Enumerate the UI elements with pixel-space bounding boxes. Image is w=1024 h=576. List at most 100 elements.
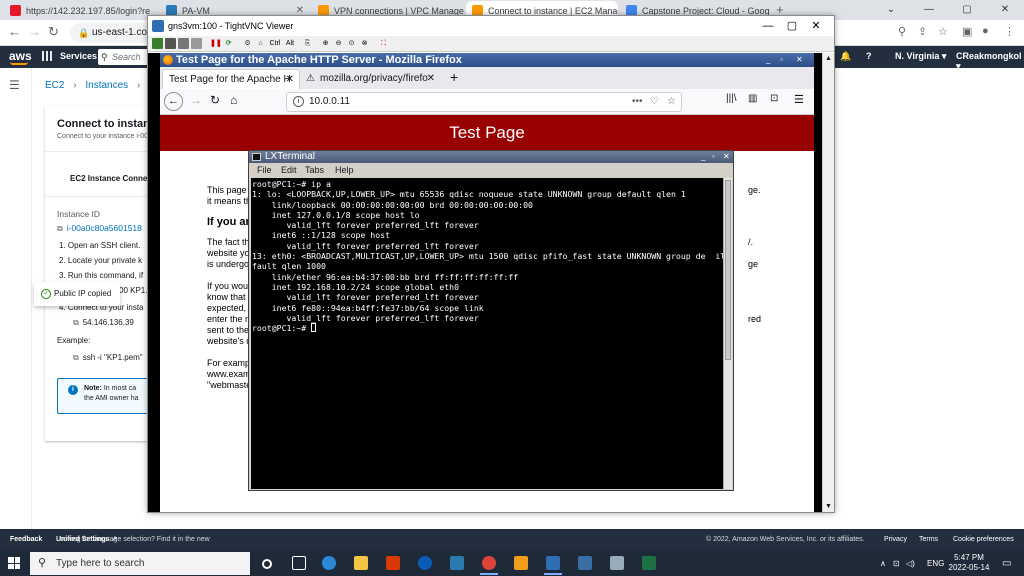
privacy-link[interactable]: Privacy [884,529,907,551]
firefox-menu-icon[interactable]: ☰ [794,93,804,106]
copy-icon[interactable]: ⧉ [73,318,79,327]
library-icon[interactable]: |||\ [726,93,737,104]
input-language[interactable]: ENG [927,551,944,576]
menu-tabs[interactable]: Tabs [305,163,324,178]
side-panel-icon[interactable]: ▣ [962,25,972,38]
reload-icon[interactable]: ↻ [210,93,220,107]
chrome-icon[interactable] [480,556,498,575]
system-clock[interactable]: 5:47 PM 2022-05-14 [946,553,992,573]
windows-start-icon[interactable] [8,557,20,569]
firefox-tab-test-page[interactable]: Test Page for the Apache H ✕ [162,69,300,89]
zoom-in-icon[interactable]: ⊕ [320,38,331,49]
zoom-100-icon[interactable]: ⊙ [346,38,357,49]
aws-logo[interactable]: aws [9,49,32,65]
synced-tabs-icon[interactable]: ⊡ [770,93,778,104]
bookmark-star-icon[interactable]: ☆ [938,25,948,38]
back-icon[interactable]: ← [8,24,21,39]
new-tab-icon[interactable]: + [450,69,458,85]
minimize-icon[interactable]: _ [766,53,770,67]
alt-key-button[interactable]: Alt [284,38,296,49]
refresh-icon[interactable]: ⟳ [223,38,234,49]
instance-id-value[interactable]: ⧉ i-00a0c80a5601518 [57,223,142,234]
firefox-tab-privacy[interactable]: ⚠ mozilla.org/privacy/firefo ✕ [302,69,440,89]
app-icon[interactable] [450,556,464,570]
forward-icon[interactable]: → [190,93,202,107]
zoom-out-icon[interactable]: ⊖ [333,38,344,49]
close-icon[interactable]: ✕ [286,70,294,89]
app-icon[interactable] [386,556,400,570]
menu-edit[interactable]: Edit [281,163,297,178]
file-explorer-icon[interactable] [354,556,368,570]
profile-icon[interactable]: ● [982,25,989,37]
zoom-fit-icon[interactable]: ⊗ [359,38,370,49]
chrome-tab-login[interactable]: https://142.232.197.85/login?redi ✕ [4,1,150,20]
share-icon[interactable]: ⇪ [918,25,927,38]
start-menu-icon[interactable]: ⌂ [255,38,266,49]
menu-help[interactable]: Help [335,163,354,178]
scrollbar-thumb[interactable] [725,180,731,360]
close-icon[interactable]: ✕ [723,151,730,163]
zoom-icon[interactable]: ⚲ [898,25,906,38]
putty-icon[interactable] [578,556,592,570]
back-icon[interactable]: ← [164,92,183,111]
ctrl-key-button[interactable]: Ctrl [268,38,282,49]
taskbar-search-input[interactable]: ⚲ Type here to search [30,552,250,575]
account-menu[interactable]: CReakmongkol ▾ [956,51,1024,72]
new-connection-icon[interactable] [152,38,163,49]
menu-file[interactable]: File [257,163,272,178]
scroll-up-icon[interactable]: ▲ [825,55,832,62]
save-icon[interactable] [165,38,176,49]
minimize-icon[interactable]: — [910,0,948,20]
copy-icon[interactable]: ⧉ [57,224,63,233]
maximize-icon[interactable]: ▫ [780,53,783,67]
services-grid-icon[interactable] [42,51,52,61]
hamburger-menu-icon[interactable]: ☰ [9,78,20,92]
chrome-menu-icon[interactable]: ⋮ [1004,25,1015,38]
help-icon[interactable]: ? [866,51,872,61]
clipboard-icon[interactable]: ⎘ [302,38,313,49]
vpn-icon[interactable] [514,556,528,570]
fullscreen-icon[interactable]: ⛶ [378,38,389,49]
close-icon[interactable]: ✕ [796,16,836,36]
example-command[interactable]: ⧉ ssh -i "KP1.pem" [73,353,143,363]
gns3-icon[interactable] [642,556,656,570]
volume-icon[interactable]: ◁) [906,551,915,576]
vnc-scrollbar[interactable]: ▲ ▼ [822,53,834,512]
tray-chevron-icon[interactable]: ∧ [880,551,886,576]
terminal-scrollbar[interactable] [723,178,732,489]
terminal-output[interactable]: root@PC1:~# ip a 1: lo: <LOOPBACK,UP,LOW… [251,178,723,489]
breadcrumb-ec2[interactable]: EC2 [45,80,64,91]
notifications-icon[interactable]: ▭ [1002,551,1011,576]
cortana-icon[interactable] [262,559,272,569]
pocket-icon[interactable]: ♡ [650,93,659,111]
edge-icon[interactable] [322,556,336,570]
region-selector[interactable]: N. Virginia ▾ [895,51,946,62]
feedback-link[interactable]: Feedback [10,529,42,551]
maximize-icon[interactable]: ▫ [712,151,715,163]
minimize-icon[interactable]: _ [701,151,705,163]
close-icon[interactable]: ✕ [427,69,435,89]
firefox-address-bar[interactable]: i 10.0.0.11 ••• ♡ ☆ [286,92,682,112]
task-view-icon[interactable] [292,556,306,570]
services-menu[interactable]: Services [60,51,97,61]
terms-link[interactable]: Terms [919,529,938,551]
vnc-remote-screen[interactable]: Test Page for the Apache HTTP Server - M… [148,53,834,512]
app-icon[interactable] [610,556,624,570]
aws-search-input[interactable]: ⚲ Search [98,49,150,65]
tightvnc-icon[interactable] [544,556,562,575]
bookmark-star-icon[interactable]: ☆ [667,93,676,111]
copy-icon[interactable]: ⧉ [73,353,79,362]
sidebar-icon[interactable]: ▥ [748,93,757,104]
page-actions-icon[interactable]: ••• [632,93,643,111]
ctrl-alt-del-icon[interactable]: ⚙ [242,38,253,49]
maximize-icon[interactable]: ▢ [948,0,986,20]
close-icon[interactable]: ✕ [796,53,803,67]
tab-search-icon[interactable]: ⌄ [872,0,910,20]
info-icon[interactable] [191,38,202,49]
vscode-icon[interactable] [418,556,432,570]
bell-icon[interactable]: 🔔 [840,51,851,62]
public-ip-value[interactable]: ⧉ 54.146.136.39 [73,318,134,328]
breadcrumb-instances[interactable]: Instances [85,80,128,91]
reload-icon[interactable]: ↻ [48,24,59,40]
site-info-icon[interactable]: i [293,96,304,107]
